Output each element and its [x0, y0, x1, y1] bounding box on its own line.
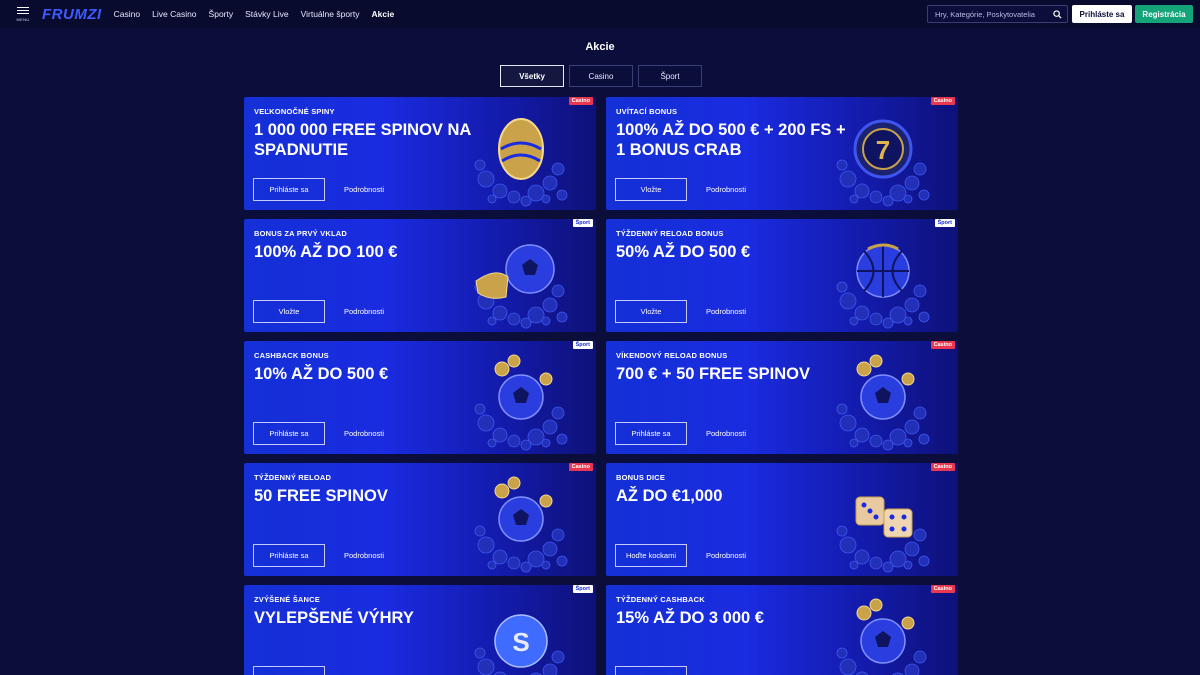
promo-card[interactable]: Šport TÝŽDENNÝ RELOAD BONUS 50% AŽ DO 500 … [606, 219, 958, 332]
promo-card[interactable]: Casino VÍKENDOVÝ RELOAD BONUS 700 € + 50 F… [606, 341, 958, 454]
promo-headline: AŽ DO €1,000 [616, 487, 723, 505]
dice-icon [836, 496, 930, 573]
promo-card[interactable]: Casino BONUS DICE AŽ DO €1,000 Hoďte kocka… [606, 463, 958, 576]
promo-subtitle: UVÍTACÍ BONUS [616, 107, 678, 116]
nav-live-betting[interactable]: Stávky Live [245, 9, 288, 19]
promo-cta-button[interactable] [253, 666, 325, 675]
menu-label: MENU [16, 16, 30, 22]
category-badge: Casino [568, 97, 593, 105]
promo-subtitle: VEĽKONOČNÉ SPINY [254, 107, 335, 116]
promo-card[interactable]: Casino TÝŽDENNÝ RELOAD 50 FREE SPINOV Prih… [244, 463, 596, 576]
tab-sport[interactable]: Šport [638, 65, 702, 87]
tab-casino[interactable]: Casino [569, 65, 633, 87]
dollar-ball-icon: S [474, 614, 565, 675]
promo-subtitle: TÝŽDENNÝ RELOAD BONUS [616, 229, 724, 238]
nav-promotions[interactable]: Akcie [372, 9, 395, 19]
promo-details-link[interactable]: Podrobnosti [706, 429, 746, 438]
promo-subtitle: ZVÝŠENÉ ŠANCE [254, 595, 320, 604]
football-boot-icon [474, 244, 568, 329]
promo-cta-button[interactable]: Prihláste sa [253, 178, 325, 201]
nav-virtual-sports[interactable]: Virtuálne športy [301, 9, 360, 19]
promo-subtitle: BONUS ZA PRVÝ VKLAD [254, 229, 347, 238]
page-title: Akcie [585, 41, 615, 53]
promo-cta-button[interactable]: Hoďte kockami [615, 544, 687, 567]
category-badge: Šport [572, 341, 593, 349]
promo-cta-button[interactable]: Vložte [253, 300, 325, 323]
nav-casino[interactable]: Casino [114, 9, 140, 19]
promo-cta-button[interactable]: Prihláste sa [615, 422, 687, 445]
promo-cta-button[interactable]: Vložte [615, 300, 687, 323]
promo-subtitle: CASHBACK BONUS [254, 351, 329, 360]
promo-headline: 100% AŽ DO 500 € + 200 FS + 1 BONUS CRAB [616, 121, 846, 159]
category-badge: Casino [930, 341, 955, 349]
search-icon[interactable] [1053, 10, 1062, 19]
promo-details-link[interactable]: Podrobnosti [344, 185, 384, 194]
football-coins-icon [474, 476, 568, 573]
promo-details-link[interactable]: Podrobnosti [706, 551, 746, 560]
nav-sports[interactable]: Športy [209, 9, 234, 19]
svg-text:7: 7 [876, 135, 890, 165]
promo-headline: 50 FREE SPINOV [254, 487, 388, 505]
register-button[interactable]: Registrácia [1135, 5, 1193, 23]
promo-subtitle: BONUS DICE [616, 473, 666, 482]
filter-tabs: Všetky Casino Šport [500, 65, 707, 87]
category-badge: Šport [572, 219, 593, 227]
promo-headline: 15% AŽ DO 3 000 € [616, 609, 764, 627]
promo-card[interactable]: Casino VEĽKONOČNÉ SPINY 1 000 000 FREE SPI… [244, 97, 596, 210]
promo-card[interactable]: Šport ZVÝŠENÉ ŠANCE VYLEPŠENÉ VÝHRY S [244, 585, 596, 675]
login-button[interactable]: Prihláste sa [1072, 5, 1132, 23]
menu-button[interactable]: MENU [8, 0, 38, 28]
logo-text: FRUMZI [42, 5, 102, 23]
promo-headline: 100% AŽ DO 100 € [254, 243, 398, 261]
svg-text:S: S [512, 627, 529, 657]
promo-subtitle: TÝŽDENNÝ RELOAD [254, 473, 332, 482]
site-logo[interactable]: FRUMZI [42, 6, 102, 23]
nav-live-casino[interactable]: Live Casino [152, 9, 196, 19]
top-navigation-bar: MENU FRUMZI Casino Live Casino Športy St… [0, 0, 1200, 28]
easter-egg-icon [474, 118, 568, 207]
main-nav: Casino Live Casino Športy Stávky Live Vi… [114, 9, 407, 19]
hamburger-icon [17, 6, 29, 15]
category-badge: Šport [572, 585, 593, 593]
promo-subtitle: VÍKENDOVÝ RELOAD BONUS [616, 351, 728, 360]
promo-headline: 1 000 000 FREE SPINOV NA SPADNUTIE [254, 121, 471, 159]
basketball-icon [836, 243, 930, 329]
promo-subtitle: TÝŽDENNÝ CASHBACK [616, 595, 705, 604]
promo-cta-button[interactable]: Vložte [615, 178, 687, 201]
category-badge: Casino [568, 463, 593, 471]
football-coins-icon [836, 354, 930, 451]
promo-details-link[interactable]: Podrobnosti [706, 185, 746, 194]
promo-cta-button[interactable] [615, 666, 687, 675]
promo-details-link[interactable]: Podrobnosti [706, 307, 746, 316]
football-coins-icon [836, 598, 927, 675]
tab-all[interactable]: Všetky [500, 65, 564, 87]
football-coins-icon [474, 354, 568, 451]
search-input[interactable] [928, 9, 1048, 19]
promo-headline: 700 € + 50 FREE SPINOV [616, 365, 810, 383]
promo-card[interactable]: Casino UVÍTACÍ BONUS 100% AŽ DO 500 € + 20… [606, 97, 958, 210]
category-badge: Casino [930, 585, 955, 593]
category-badge: Casino [930, 97, 955, 105]
promo-details-link[interactable]: Podrobnosti [344, 551, 384, 560]
search-box [927, 5, 1068, 23]
promo-cta-button[interactable]: Prihláste sa [253, 544, 325, 567]
category-badge: Casino [930, 463, 955, 471]
promo-details-link[interactable]: Podrobnosti [344, 429, 384, 438]
promo-details-link[interactable]: Podrobnosti [344, 307, 384, 316]
promo-card[interactable]: Šport CASHBACK BONUS 10% AŽ DO 500 € Prihl… [244, 341, 596, 454]
promo-headline: 10% AŽ DO 500 € [254, 365, 389, 383]
promo-card[interactable]: Casino TÝŽDENNÝ CASHBACK 15% AŽ DO 3 000 € [606, 585, 958, 675]
promo-headline: VYLEPŠENÉ VÝHRY [254, 609, 414, 627]
promo-headline: 50% AŽ DO 500 € [616, 243, 751, 261]
promo-cta-button[interactable]: Prihláste sa [253, 422, 325, 445]
slot-seven-icon: 7 [836, 119, 930, 207]
promo-card[interactable]: Šport BONUS ZA PRVÝ VKLAD 100% AŽ DO 100 €… [244, 219, 596, 332]
category-badge: Šport [934, 219, 955, 227]
